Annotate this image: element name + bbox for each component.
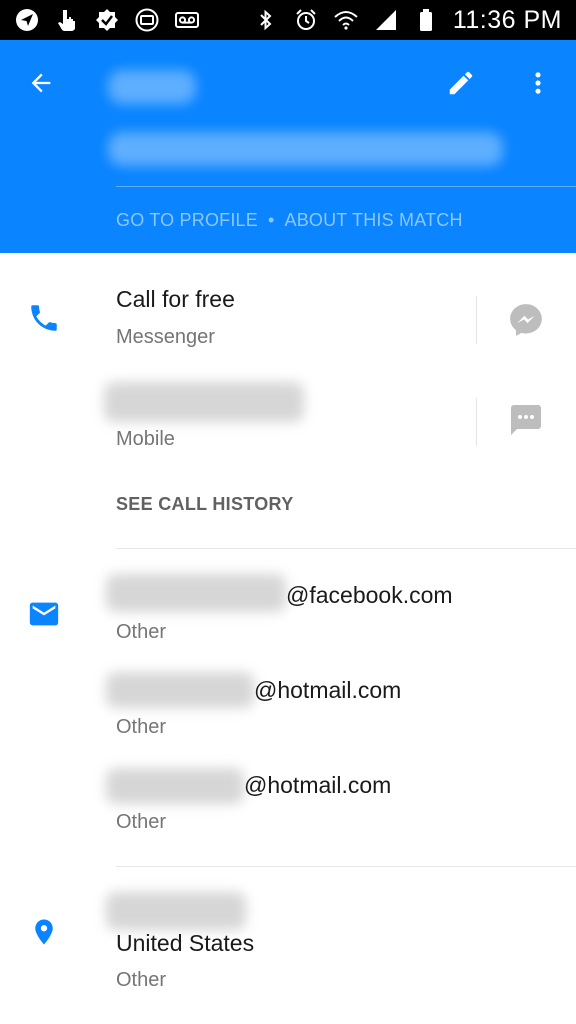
- battery-icon: [413, 7, 439, 33]
- send-sms-button[interactable]: [498, 394, 554, 450]
- address-type-label: Other: [116, 969, 167, 991]
- header-links: GO TO PROFILE • ABOUT THIS MATCH: [116, 210, 463, 231]
- back-button[interactable]: [17, 61, 65, 109]
- arrow-back-icon: [27, 69, 55, 102]
- contact-header: GO TO PROFILE • ABOUT THIS MATCH: [0, 40, 576, 253]
- status-bar: 11:36 PM: [0, 0, 576, 40]
- pencil-icon: [446, 68, 476, 103]
- vertical-divider: [476, 296, 477, 344]
- call-free-source: Messenger: [116, 326, 215, 348]
- edit-button[interactable]: [437, 61, 485, 109]
- call-free-label: Call for free: [116, 286, 235, 312]
- email-domain: @hotmail.com: [254, 677, 402, 703]
- bluetooth-icon: [253, 7, 279, 33]
- more-vert-icon: [524, 69, 552, 102]
- email-icon: [22, 592, 66, 636]
- about-this-match-link[interactable]: ABOUT THIS MATCH: [284, 210, 462, 231]
- address-country: United States: [116, 930, 255, 956]
- contact-subtitle-redacted: [108, 132, 503, 166]
- mobile-label: Mobile: [116, 428, 175, 450]
- email-user-redacted: [106, 672, 254, 708]
- section-divider: [116, 866, 576, 867]
- messenger-button[interactable]: [498, 294, 554, 350]
- contact-name-redacted: [108, 70, 196, 104]
- sms-message-icon: [508, 402, 544, 443]
- email-domain: @facebook.com: [286, 582, 453, 608]
- navigation-icon: [14, 7, 40, 33]
- email-type-label: Other: [116, 811, 167, 833]
- section-divider: [116, 548, 576, 549]
- messenger-icon: [507, 301, 545, 344]
- contact-card-icon: [134, 7, 160, 33]
- location-pin-icon: [22, 910, 66, 954]
- address-street-redacted: [106, 892, 246, 930]
- email-type-label: Other: [116, 621, 167, 643]
- email-user-redacted: [106, 574, 286, 612]
- phone-icon: [22, 296, 66, 340]
- vertical-divider: [476, 398, 477, 446]
- hand-pointer-icon: [54, 7, 80, 33]
- email-type-label: Other: [116, 716, 167, 738]
- status-time: 11:36 PM: [452, 5, 562, 34]
- header-divider: [116, 186, 576, 187]
- see-call-history-link[interactable]: SEE CALL HISTORY: [116, 494, 294, 515]
- email-user-redacted: [106, 768, 244, 804]
- wifi-icon: [333, 7, 359, 33]
- phone-number-redacted: [104, 382, 304, 422]
- alarm-icon: [293, 7, 319, 33]
- check-badge-icon: [94, 7, 120, 33]
- go-to-profile-link[interactable]: GO TO PROFILE: [116, 210, 258, 231]
- more-options-button[interactable]: [514, 61, 562, 109]
- signal-icon: [373, 7, 399, 33]
- link-separator: •: [267, 210, 275, 230]
- email-domain: @hotmail.com: [244, 772, 392, 798]
- voicemail-icon: [174, 7, 200, 33]
